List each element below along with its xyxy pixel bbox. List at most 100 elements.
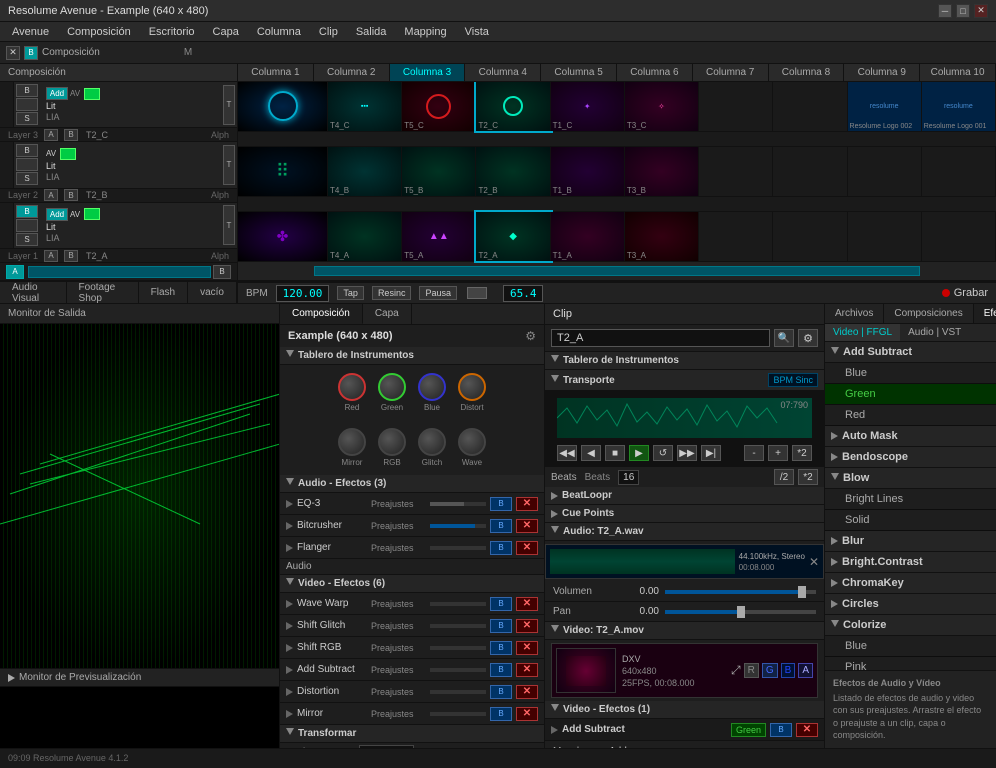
layer2-clip-t5b[interactable]: T5_B	[402, 147, 476, 196]
bitcrusher-b-btn[interactable]: B	[490, 519, 512, 533]
distort-knob[interactable]	[458, 373, 486, 401]
sub-green[interactable]: Green	[825, 384, 996, 405]
blue-knob[interactable]	[418, 373, 446, 401]
cat-auto-mask[interactable]: Auto Mask	[825, 426, 996, 447]
menu-clip[interactable]: Clip	[311, 25, 346, 39]
layer3-clip-logo1[interactable]: resolume Resolume Logo 001	[922, 82, 996, 131]
b-btn[interactable]: B	[24, 46, 38, 60]
col-header-5[interactable]: Columna 5	[541, 64, 617, 81]
eq3-triangle[interactable]	[286, 500, 293, 508]
clip-tablero-section[interactable]: Tablero de Instrumentos	[545, 352, 824, 370]
shiftrgb-b-btn[interactable]: B	[490, 641, 512, 655]
layer1-clip-e1[interactable]	[699, 212, 773, 261]
sub-colorize-pink[interactable]: Pink	[825, 657, 996, 670]
bitcrusher-triangle[interactable]	[286, 522, 293, 530]
layer1-t-btn[interactable]: T	[223, 205, 235, 245]
shiftrgb-triangle[interactable]	[286, 644, 293, 652]
shiftrgb-preset[interactable]: Preajustes	[371, 643, 426, 653]
col-header-1[interactable]: Columna 1	[238, 64, 314, 81]
transport-play[interactable]: ▶	[629, 445, 649, 461]
layer2-clip-t3b[interactable]: T3_B	[625, 147, 699, 196]
layer2-clip-e1[interactable]	[699, 147, 773, 196]
maximize-button[interactable]: □	[956, 4, 970, 18]
record-button[interactable]: Grabar	[942, 287, 988, 299]
tab-composicion[interactable]: Composición	[280, 304, 363, 324]
bpm-sync-badge[interactable]: BPM Sinc	[768, 373, 818, 387]
beatloopr-section[interactable]: BeatLoopr	[545, 487, 824, 505]
mirror-x-btn[interactable]: ✕	[516, 707, 538, 721]
layer1-preview-clip[interactable]: ✤	[238, 212, 328, 261]
layer3-clip-empty2[interactable]	[773, 82, 847, 131]
menu-escritorio[interactable]: Escritorio	[141, 25, 203, 39]
rgb-knob[interactable]	[378, 428, 406, 456]
layer1-clip-t3a[interactable]: T3_A	[625, 212, 699, 261]
col-header-6[interactable]: Columna 6	[617, 64, 693, 81]
transport-x2[interactable]: *2	[792, 445, 812, 461]
layer1-clip-t5a[interactable]: ▲▲ T5_A	[402, 212, 476, 261]
cat-add-subtract[interactable]: Add Subtract	[825, 342, 996, 363]
expand-icon[interactable]	[8, 674, 15, 682]
layer2-clip-e4[interactable]	[922, 147, 996, 196]
layer1-b-btn2[interactable]: B	[64, 250, 78, 262]
pan-slider[interactable]	[665, 610, 816, 614]
transport-forward[interactable]: ▶▶	[677, 445, 697, 461]
video-b-btn[interactable]: B	[781, 663, 796, 678]
sub-bright-lines[interactable]: Bright Lines	[825, 489, 996, 510]
layer1-clip-e3[interactable]	[848, 212, 922, 261]
tap-button[interactable]: Tap	[337, 286, 364, 300]
cat-bright-contrast[interactable]: Bright.Contrast	[825, 552, 996, 573]
menu-capa[interactable]: Capa	[205, 25, 247, 39]
tab-archivos[interactable]: Archivos	[825, 304, 884, 323]
cat-circles[interactable]: Circles	[825, 594, 996, 615]
layer1-clip-t2a[interactable]: ◆ T2_A	[476, 212, 550, 261]
transport-rewind[interactable]: ◀	[581, 445, 601, 461]
col-header-8[interactable]: Columna 8	[769, 64, 845, 81]
audio-close-btn[interactable]: ✕	[809, 555, 819, 569]
addsubtract-b-btn[interactable]: B	[490, 663, 512, 677]
layer3-t-btn[interactable]: T	[223, 85, 235, 125]
global-b-btn[interactable]: B	[213, 265, 231, 279]
audio-effects-section[interactable]: Audio - Efectos (3)	[280, 475, 544, 493]
distortion-preset[interactable]: Preajustes	[371, 687, 426, 697]
distortion-triangle[interactable]	[286, 688, 293, 696]
beats-mul[interactable]: *2	[798, 469, 818, 485]
menu-composicion[interactable]: Composición	[59, 25, 139, 39]
layer3-clip-t3c[interactable]: ✧ T3_C	[625, 82, 699, 131]
global-a-btn[interactable]: A	[6, 265, 24, 279]
layer2-clip-t2b[interactable]: T2_B	[476, 147, 550, 196]
clip-search-btn[interactable]: 🔍	[774, 329, 794, 347]
col-header-10[interactable]: Columna 10	[920, 64, 996, 81]
transport-minus[interactable]: -	[744, 445, 764, 461]
eq3-preset[interactable]: Preajustes	[371, 499, 426, 509]
layer2-b-btn2[interactable]: B	[64, 189, 78, 201]
clip-settings-btn[interactable]: ⚙	[798, 329, 818, 347]
transport-stop[interactable]: ■	[605, 445, 625, 461]
minimize-button[interactable]: ─	[938, 4, 952, 18]
col-header-4[interactable]: Columna 4	[465, 64, 541, 81]
beats-value[interactable]: 16	[618, 470, 639, 485]
flanger-b-btn[interactable]: B	[490, 541, 512, 555]
cat-blur[interactable]: Blur	[825, 531, 996, 552]
video-expand-btn[interactable]: ⤢	[731, 663, 741, 678]
wavewarp-b-btn[interactable]: B	[490, 597, 512, 611]
menu-columna[interactable]: Columna	[249, 25, 309, 39]
distortion-x-btn[interactable]: ✕	[516, 685, 538, 699]
tab-composiciones[interactable]: Composiciones	[884, 304, 973, 323]
transport-end[interactable]: ▶|	[701, 445, 721, 461]
tab-footage-shop[interactable]: Footage Shop	[67, 282, 139, 303]
wavewarp-preset[interactable]: Preajustes	[371, 599, 426, 609]
layer1-s-btn[interactable]: S	[16, 233, 38, 246]
layer1-clip-e4[interactable]	[922, 212, 996, 261]
mirror-preset[interactable]: Preajustes	[371, 709, 426, 719]
shiftglitch-preset[interactable]: Preajustes	[371, 621, 426, 631]
layer2-s-btn[interactable]: S	[16, 172, 38, 185]
layer3-clip-logo2[interactable]: resolume Resolume Logo 002	[848, 82, 922, 131]
layer3-preview-clip[interactable]	[238, 82, 328, 131]
red-knob[interactable]	[338, 373, 366, 401]
wave-knob[interactable]	[458, 428, 486, 456]
video-a-btn[interactable]: A	[798, 663, 813, 678]
tab-capa[interactable]: Capa	[363, 304, 412, 324]
shiftglitch-b-btn[interactable]: B	[490, 619, 512, 633]
fadeout-input[interactable]	[359, 745, 414, 748]
layer2-clip-e2[interactable]	[773, 147, 847, 196]
